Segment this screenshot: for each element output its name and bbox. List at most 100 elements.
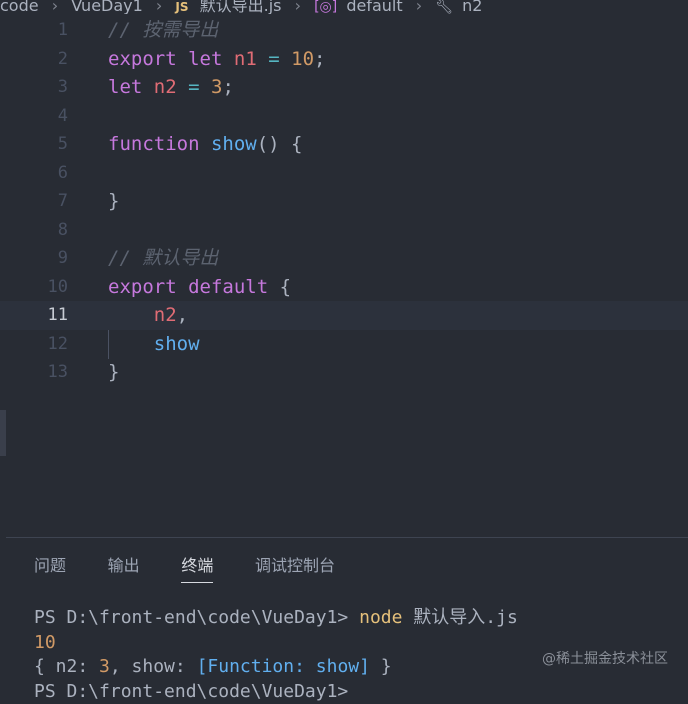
tab-output[interactable]: 输出 <box>108 552 140 582</box>
code-text: } <box>108 358 119 387</box>
terminal-output[interactable]: PS D:\front-end\code\VueDay1> node 默认导入.… <box>34 606 518 704</box>
code-token: ; <box>314 47 326 70</box>
code-text: let n2 = 3; <box>108 73 234 102</box>
line-number: 5 <box>57 134 68 154</box>
code-token: function <box>108 133 200 155</box>
code-token: ; <box>222 76 234 98</box>
terminal-output-number: 3 <box>99 656 110 677</box>
code-text: } <box>108 187 119 216</box>
breadcrumb-item-code[interactable]: code <box>0 0 39 14</box>
bottom-panel: 问题 输出 终端 调试控制台 PS D:\front-end\code\VueD… <box>0 538 688 702</box>
terminal-next-prompt: PS D:\front-end\code\VueDay1> <box>34 680 360 702</box>
chevron-right-icon: › <box>294 0 301 14</box>
code-line[interactable]: 8 <box>0 216 688 245</box>
terminal-output-function: [Function: show] <box>196 656 370 677</box>
breadcrumb-item-file[interactable]: 默认导出.js <box>200 0 282 14</box>
code-line[interactable]: 12 show <box>0 330 688 359</box>
code-token: 3 <box>211 76 223 98</box>
terminal-args: 默认导入.js <box>402 607 518 628</box>
scrollbar-marker <box>0 410 6 456</box>
code-token: show <box>210 133 257 155</box>
code-token: export <box>108 47 177 70</box>
line-number: 9 <box>57 248 68 268</box>
chevron-right-icon: › <box>51 0 59 14</box>
code-token: { <box>268 275 292 298</box>
code-token: , <box>176 304 189 326</box>
symbol-variable-icon: [◎] <box>314 0 338 14</box>
code-token: show <box>153 332 200 355</box>
line-number: 10 <box>47 276 68 297</box>
code-line[interactable]: 13} <box>0 358 688 387</box>
code-token: export <box>108 275 177 298</box>
line-number: 8 <box>57 219 68 240</box>
code-line[interactable]: 10 export default { <box>0 273 688 302</box>
code-token: () { <box>256 133 303 155</box>
tab-terminal[interactable]: 终端 <box>181 552 214 583</box>
breadcrumb-item-symbol[interactable]: default <box>346 0 402 14</box>
code-editor[interactable]: 1// 按需导出 2 export let n1 = 10; 3 let n2 = 3;… <box>0 14 688 537</box>
line-number: 4 <box>57 105 68 126</box>
breadcrumb-item-property[interactable]: n2 <box>462 0 482 14</box>
code-token: default <box>188 275 269 298</box>
line-number: 6 <box>57 162 68 183</box>
code-token: // 默认导出 <box>108 247 219 269</box>
code-line[interactable]: 2 export let n1 = 10; <box>0 45 688 74</box>
code-text: show <box>108 330 200 359</box>
code-line[interactable]: 7} <box>0 187 688 216</box>
terminal-command: node <box>359 607 403 628</box>
line-number: 13 <box>47 362 68 382</box>
terminal-prompt: PS D:\front-end\code\VueDay1> <box>34 607 360 628</box>
wrench-icon: 🔧︎ <box>435 0 453 14</box>
tab-problems[interactable]: 问题 <box>34 552 66 582</box>
code-line[interactable]: 4 <box>0 102 688 131</box>
terminal-output-text: } <box>369 656 392 677</box>
line-number: 2 <box>57 48 68 69</box>
code-text: export let n1 = 10; <box>108 45 325 74</box>
panel-tabs: 问题 输出 终端 调试控制台 <box>34 552 367 583</box>
breadcrumb: code › VueDay1 › JS 默认导出.js › [◎] defaul… <box>0 0 688 14</box>
code-line[interactable]: 3 let n2 = 3; <box>0 73 688 102</box>
terminal-output-text: { n2: <box>34 656 100 677</box>
code-token: let <box>108 76 143 98</box>
code-token: n2 <box>153 304 177 326</box>
js-file-icon: JS <box>175 0 189 14</box>
code-line[interactable]: 6 <box>0 159 688 188</box>
code-token: } <box>108 361 120 383</box>
code-text: n2, <box>108 301 188 330</box>
code-line[interactable]: 1 // 按需导出 <box>0 16 688 45</box>
watermark: @稀土掘金技术社区 <box>542 651 668 667</box>
code-text: export default { <box>108 273 291 302</box>
tab-debug-console[interactable]: 调试控制台 <box>255 552 335 582</box>
line-number: 1 <box>57 20 68 40</box>
code-token: } <box>108 190 120 212</box>
code-token: = <box>268 47 280 70</box>
line-number: 11 <box>47 305 68 325</box>
code-token: 10 <box>291 47 315 70</box>
breadcrumb-item-folder[interactable]: VueDay1 <box>71 0 143 14</box>
terminal-output-line: 10 <box>34 631 56 653</box>
code-line[interactable]: 11 n2, <box>0 301 688 330</box>
chevron-right-icon: › <box>155 0 163 14</box>
code-text: // 默认导出 <box>108 244 218 273</box>
terminal-output-text: , show: <box>109 656 197 677</box>
line-number: 12 <box>47 333 68 354</box>
code-text: // 按需导出 <box>108 16 218 45</box>
code-token: = <box>188 76 200 98</box>
code-line[interactable]: 5 function show() { <box>0 130 688 159</box>
code-line[interactable]: 9 // 默认导出 <box>0 244 688 273</box>
code-token: n1 <box>233 47 257 70</box>
code-token: // 按需导出 <box>108 19 219 41</box>
code-token: n2 <box>153 76 177 98</box>
code-text: function show() { <box>108 130 303 159</box>
code-token: let <box>188 47 223 70</box>
